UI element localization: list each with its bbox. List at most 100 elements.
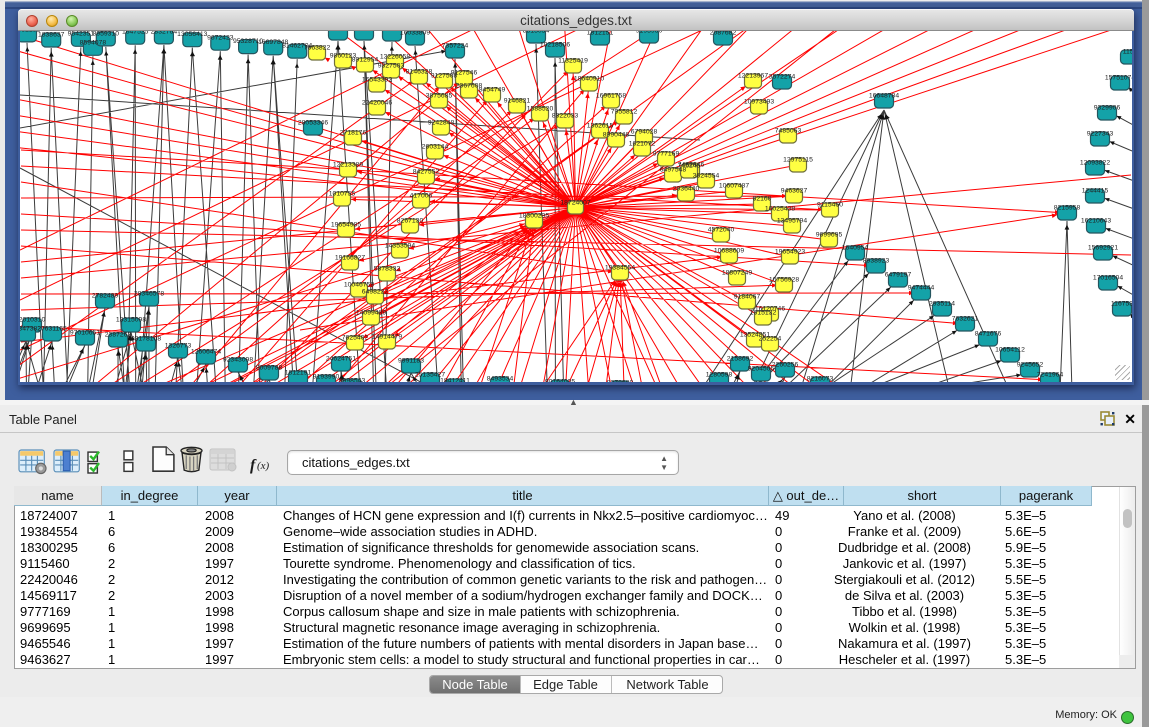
- svg-text:1244415: 1244415: [1082, 187, 1109, 194]
- svg-text:10654112: 10654112: [995, 346, 1025, 353]
- svg-text:1812191: 1812191: [285, 369, 312, 376]
- svg-text:28346578: 28346578: [134, 290, 164, 297]
- svg-text:2387262: 2387262: [105, 331, 132, 338]
- svg-text:14914479: 14914479: [372, 333, 402, 340]
- svg-text:80164005: 80164005: [545, 378, 575, 382]
- svg-text:10025438: 10025438: [765, 205, 795, 212]
- svg-text:12213967: 12213967: [738, 72, 768, 79]
- svg-text:5878332: 5878332: [374, 265, 401, 272]
- svg-text:(x): (x): [257, 460, 270, 472]
- svg-text:93178108: 93178108: [131, 335, 161, 342]
- svg-text:1812151: 1812151: [587, 31, 614, 36]
- svg-text:9329906: 9329906: [1094, 104, 1121, 111]
- svg-text:9193960: 9193960: [636, 31, 663, 34]
- svg-text:7357224: 7357224: [442, 42, 469, 49]
- svg-text:19384554: 19384554: [605, 264, 635, 271]
- svg-text:2603144: 2603144: [422, 143, 449, 150]
- svg-text:16648784: 16648784: [869, 92, 899, 99]
- svg-text:9542351: 9542351: [68, 31, 95, 38]
- svg-text:9991183: 9991183: [398, 357, 424, 364]
- svg-text:2010310: 2010310: [20, 316, 45, 323]
- svg-text:f: f: [250, 457, 257, 474]
- svg-text:4572040: 4572040: [708, 226, 735, 233]
- svg-text:252254: 252254: [759, 335, 782, 342]
- svg-text:8813054: 8813054: [523, 31, 550, 34]
- svg-text:1621072: 1621072: [629, 140, 656, 147]
- svg-text:2036440: 2036440: [673, 185, 700, 192]
- svg-text:14099489: 14099489: [356, 309, 386, 316]
- svg-text:10046758: 10046758: [344, 281, 374, 288]
- svg-text:22420046: 22420046: [362, 99, 392, 106]
- svg-text:7955812: 7955812: [611, 108, 638, 115]
- svg-text:19218506: 19218506: [540, 41, 570, 48]
- svg-text:62160: 62160: [753, 195, 772, 202]
- svg-text:8912954: 8912954: [352, 56, 379, 63]
- svg-text:14353594: 14353594: [385, 242, 415, 249]
- svg-text:9463627: 9463627: [781, 187, 808, 194]
- svg-text:3624554: 3624554: [693, 172, 720, 179]
- svg-text:24624751: 24624751: [326, 355, 356, 362]
- svg-text:8216073: 8216073: [807, 375, 834, 382]
- svg-text:15751074: 15751074: [1105, 74, 1132, 81]
- svg-text:92343098: 92343098: [223, 356, 253, 363]
- svg-text:9827503: 9827503: [378, 62, 405, 69]
- svg-text:16961758: 16961758: [596, 92, 626, 99]
- svg-text:18412411: 18412411: [440, 377, 470, 382]
- svg-text:6794028: 6794028: [631, 128, 658, 135]
- svg-text:13315098: 13315098: [116, 316, 146, 323]
- svg-text:9146821: 9146821: [504, 97, 531, 104]
- svg-text:9474444: 9474444: [908, 284, 935, 291]
- svg-text:9242848: 9242848: [428, 119, 455, 126]
- svg-text:8146328: 8146328: [406, 68, 433, 75]
- svg-text:8471676: 8471676: [975, 330, 1002, 337]
- svg-text:116753: 116753: [1111, 300, 1132, 307]
- svg-text:9204505: 9204505: [748, 365, 775, 372]
- svg-text:12606474: 12606474: [191, 348, 221, 355]
- svg-text:9699695: 9699695: [816, 231, 843, 238]
- svg-text:2832764: 2832764: [151, 31, 178, 35]
- svg-text:1647525: 1647525: [122, 31, 149, 36]
- svg-text:19166827: 19166827: [335, 254, 365, 261]
- svg-text:9998543: 9998543: [339, 377, 366, 382]
- svg-text:8322033: 8322033: [552, 112, 579, 119]
- svg-text:1362615: 1362615: [587, 122, 614, 129]
- svg-text:1640954: 1640954: [842, 244, 869, 251]
- svg-text:8959310: 8959310: [93, 31, 120, 37]
- svg-text:1326773: 1326773: [165, 342, 192, 349]
- svg-text:2782489: 2782489: [92, 292, 119, 299]
- svg-text:2158692: 2158692: [727, 355, 754, 362]
- svg-text:7632621: 7632621: [952, 315, 979, 322]
- svg-text:10756928: 10756928: [769, 276, 799, 283]
- svg-text:7241964: 7241964: [1037, 371, 1064, 378]
- svg-text:13495794: 13495794: [777, 217, 807, 224]
- svg-text:1010755: 1010755: [329, 190, 356, 197]
- svg-text:1838637: 1838637: [38, 31, 65, 38]
- svg-text:19654923: 19654923: [775, 248, 805, 255]
- svg-text:9777169: 9777169: [653, 150, 680, 157]
- svg-text:27631165: 27631165: [37, 325, 67, 332]
- svg-text:12213389: 12213389: [333, 161, 363, 168]
- svg-text:12093822: 12093822: [1080, 159, 1110, 166]
- svg-text:18724007: 18724007: [560, 199, 590, 206]
- svg-text:17016504: 17016504: [1093, 274, 1123, 281]
- svg-text:9193990: 9193990: [313, 373, 340, 380]
- svg-text:2935114: 2935114: [929, 300, 955, 307]
- svg-text:1152: 1152: [1123, 48, 1132, 55]
- svg-text:6479197: 6479197: [885, 271, 912, 278]
- svg-text:28053346: 28053346: [298, 119, 328, 126]
- svg-text:9127546: 9127546: [451, 69, 478, 76]
- svg-text:8454749: 8454749: [479, 86, 506, 93]
- svg-text:7625402: 7625402: [342, 334, 369, 341]
- svg-text:8009788: 8009788: [256, 364, 283, 371]
- svg-text:2260256: 2260256: [772, 361, 799, 368]
- svg-text:10973493: 10973493: [744, 98, 774, 105]
- svg-text:10688609: 10688609: [714, 247, 744, 254]
- svg-text:417006: 417006: [410, 192, 433, 199]
- svg-text:13056413: 13056413: [177, 31, 207, 38]
- svg-text:8990448: 8990448: [603, 131, 630, 138]
- svg-text:2718176: 2718176: [340, 129, 367, 136]
- svg-text:7485063: 7485063: [775, 127, 802, 134]
- svg-text:16210643: 16210643: [1081, 217, 1111, 224]
- svg-text:746246: 746246: [678, 162, 701, 169]
- svg-text:8938923: 8938923: [863, 257, 890, 264]
